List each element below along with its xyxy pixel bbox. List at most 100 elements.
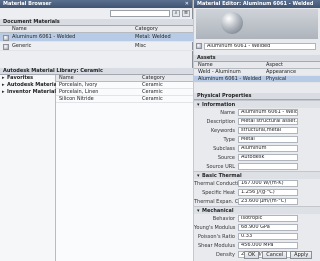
lib-material-name: Silicon Nitride — [59, 95, 94, 102]
prop-row: Source URL — [194, 162, 320, 171]
prop-row: Source Autodesk — [194, 153, 320, 162]
browser-toolbar: ⌕ ≡ — [2, 9, 191, 17]
physical-properties-header: Physical Properties — [194, 93, 320, 100]
prop-value[interactable]: structural,metal — [238, 127, 298, 134]
material-swatch-icon — [196, 43, 202, 49]
prop-value[interactable]: Aluminum 6061 - Welded — [238, 109, 298, 116]
prop-row: Specific Heat 1.256 J/(g·°C) — [194, 188, 320, 197]
close-icon[interactable]: ✕ — [185, 1, 189, 7]
prop-label: Poisson's Ratio — [197, 233, 235, 240]
assets-col-aspect: Aspect — [266, 61, 283, 68]
table-row[interactable]: Generic Misc — [0, 42, 193, 51]
prop-value[interactable]: 23.600 µm/(m·°C) — [238, 198, 298, 205]
prop-label: Thermal Conductivity — [194, 180, 238, 187]
document-materials: Document Materials Name Category Aluminu… — [0, 19, 193, 51]
physical-properties: Physical Properties ▾ Information Name Alu… — [194, 93, 320, 259]
prop-value[interactable]: 456.000 MPa — [238, 242, 298, 249]
prop-row: Type Metal — [194, 135, 320, 144]
tree-item-inventor-library[interactable]: ▸ Inventor Material Library — [0, 89, 78, 96]
material-category: Misc — [135, 42, 147, 49]
material-name-field[interactable]: Aluminum 6061 - Welded — [204, 42, 316, 50]
ok-button[interactable]: OK — [244, 251, 260, 259]
material-name: Aluminum 6061 - Welded — [12, 33, 76, 40]
prop-label: Thermal Expan. Coefficient — [194, 198, 238, 205]
lib-col-category[interactable]: Category — [142, 75, 165, 82]
list-item[interactable]: Silicon Nitride Ceramic — [56, 96, 193, 103]
search-input[interactable] — [110, 9, 170, 17]
lib-col-name[interactable]: Name — [56, 75, 142, 82]
lib-material-category: Ceramic — [142, 88, 163, 95]
material-browser-panel: Material Browser ✕ ⌕ ≡ Document Material… — [0, 0, 193, 261]
asset-aspect: Physical — [266, 75, 287, 82]
prop-row: Keywords structural,metal — [194, 126, 320, 135]
prop-value[interactable]: Metal structural asset. — [238, 118, 298, 125]
behavior-select[interactable]: Isotropic — [238, 215, 298, 222]
prop-label: Description — [206, 118, 235, 125]
doc-col-category[interactable]: Category — [135, 26, 158, 33]
library-tree: ▸ Favorites ▸ Autodesk Material Libr... ▸ I… — [0, 75, 78, 261]
prop-label: Specific Heat — [202, 189, 235, 196]
search-icon[interactable]: ⌕ — [172, 9, 180, 17]
prop-label: Young's Modulus — [194, 224, 236, 231]
prop-value[interactable]: Autodesk — [238, 154, 298, 161]
prop-row: Thermal Expan. Coefficient23.600 µm/(m·°… — [194, 197, 320, 206]
material-swatch-icon — [3, 34, 9, 41]
lib-material-name: Porcelain, Linen — [59, 88, 99, 95]
apply-button[interactable]: Apply — [290, 251, 313, 259]
dialog-buttons: OK Cancel Apply — [244, 251, 313, 259]
tree-item-autodesk-library[interactable]: ▸ Autodesk Material Libr... — [0, 82, 76, 89]
prop-value[interactable]: 1.256 J/(g·°C) — [238, 189, 298, 196]
doc-col-name[interactable]: Name — [0, 26, 135, 33]
view-options-icon[interactable]: ≡ — [182, 9, 190, 17]
assets-section: Assets Name Aspect Weld - Aluminum Appea… — [194, 55, 320, 83]
material-name-bar: Aluminum 6061 - Welded — [196, 42, 318, 50]
prop-row: Description Metal structural asset. — [194, 117, 320, 126]
prop-label: Shear Modulus — [197, 242, 235, 249]
lib-material-name: Porcelain, Ivory — [59, 81, 98, 88]
prop-value[interactable] — [238, 163, 298, 170]
prop-label: Source URL — [206, 163, 235, 170]
lib-material-category: Ceramic — [142, 81, 163, 88]
prop-value[interactable]: Aluminum — [238, 145, 298, 152]
prop-label: Keywords — [211, 127, 235, 134]
prop-value[interactable]: 167.000 W/(m·K) — [238, 180, 298, 187]
prop-label: Density — [215, 251, 235, 258]
basic-thermal-header[interactable]: ▾ Basic Thermal — [194, 171, 320, 179]
prop-row: Poisson's Ratio 0.33 — [194, 232, 320, 241]
preview-sphere — [221, 12, 243, 34]
prop-row: Shear Modulus 456.000 MPa — [194, 241, 320, 250]
browser-title-bar: Material Browser ✕ — [0, 0, 192, 8]
asset-name: Aluminum 6061 - Welded — [198, 75, 262, 82]
browser-title: Material Browser — [3, 1, 52, 7]
prop-value[interactable]: Metal — [238, 136, 298, 143]
tree-item-favorites[interactable]: ▸ Favorites — [0, 75, 55, 82]
cancel-button[interactable]: Cancel — [262, 251, 288, 259]
material-preview — [196, 9, 318, 39]
asset-aspect: Appearance — [266, 68, 297, 75]
prop-label: Type — [223, 136, 235, 143]
prop-row: Young's Modulus 68.900 GPa — [194, 223, 320, 232]
material-swatch-icon — [3, 43, 9, 50]
asset-row[interactable]: Aluminum 6061 - Welded Physical — [194, 76, 320, 83]
assets-col-name: Name — [198, 61, 213, 68]
prop-row: Behavior Isotropic — [194, 214, 320, 223]
library-list: Name Category Porcelain, Ivory Ceramic P… — [56, 75, 193, 261]
mechanical-header[interactable]: ▾ Mechanical — [194, 206, 320, 214]
prop-row: Subclass Aluminum — [194, 144, 320, 153]
prop-label: Source — [217, 154, 235, 161]
information-header[interactable]: ▾ Information — [194, 100, 320, 108]
prop-row: Thermal Conductivity167.000 W/(m·K) — [194, 179, 320, 188]
prop-value[interactable]: 68.900 GPa — [238, 224, 298, 231]
library-section: Autodesk Material Library: Ceramic ▸ Favo… — [0, 68, 193, 261]
asset-name: Weld - Aluminum — [198, 68, 241, 75]
prop-label: Behavior — [212, 215, 235, 222]
lib-material-category: Ceramic — [142, 95, 163, 102]
material-name: Generic — [12, 42, 32, 49]
prop-value[interactable]: 0.33 — [238, 233, 298, 240]
prop-label: Subclass — [213, 145, 235, 152]
editor-title: Material Editor: Aluminum 6061 - Welded — [197, 1, 314, 7]
material-editor-panel: Material Editor: Aluminum 6061 - Welded … — [194, 0, 320, 261]
editor-title-bar: Material Editor: Aluminum 6061 - Welded — [194, 0, 320, 8]
prop-label: Name — [220, 109, 235, 116]
prop-row: Name Aluminum 6061 - Welded — [194, 108, 320, 117]
